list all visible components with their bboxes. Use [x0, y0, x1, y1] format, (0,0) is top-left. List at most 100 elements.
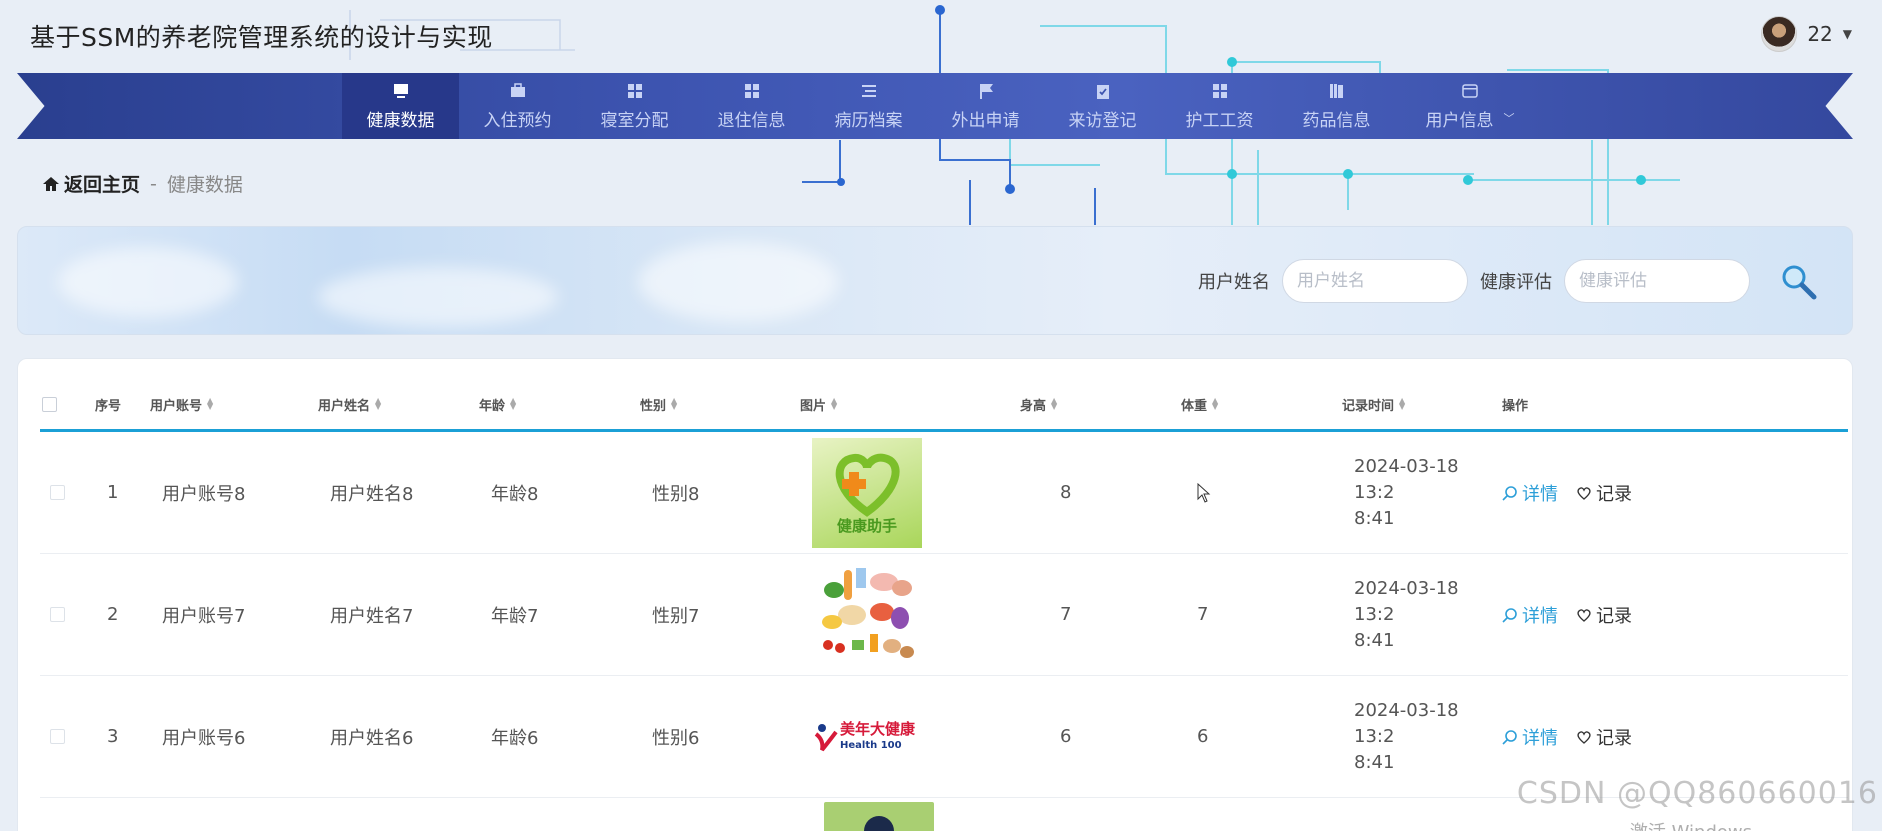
row-time-line1: 2024-03-18 13:2 — [1354, 455, 1459, 503]
food-illustration-image[interactable] — [812, 560, 922, 670]
name-input[interactable] — [1282, 259, 1468, 303]
header-index: 序号 — [95, 398, 122, 414]
detail-label: 详情 — [1522, 605, 1558, 627]
row-time-line2: 8:41 — [1354, 507, 1395, 529]
table-row: 2 用户账号7 用户姓名7 年龄7 性别7 7 7 2024-03-18 13:… — [40, 554, 1848, 676]
detail-button[interactable]: 详情 — [1502, 480, 1558, 506]
nav-item-caregiver-salary[interactable]: 护工工资 — [1161, 73, 1278, 139]
header-sex-label: 性别 — [640, 398, 667, 414]
header-sex[interactable]: 性别 ▲ ▼ — [640, 395, 800, 414]
select-all-checkbox[interactable] — [42, 396, 57, 412]
row-age: 年龄8 — [491, 483, 539, 505]
row-account: 用户账号8 — [162, 483, 246, 505]
row-index: 2 — [107, 604, 119, 625]
search-form: 用户姓名 健康评估 — [1198, 259, 1818, 303]
name-label: 用户姓名 — [1198, 272, 1270, 293]
zoom-icon — [1502, 607, 1517, 623]
books-icon — [1329, 83, 1343, 98]
eval-label: 健康评估 — [1480, 272, 1552, 293]
row-checkbox[interactable] — [50, 607, 65, 622]
nav-item-checkout-info[interactable]: 退住信息 — [693, 73, 810, 139]
grid-icon — [627, 83, 642, 98]
nav-item-room-assign[interactable]: 寝室分配 — [576, 73, 693, 139]
zoom-icon — [1502, 485, 1517, 501]
nav-item-checkin-booking[interactable]: 入住预约 — [459, 73, 576, 139]
briefcase-icon — [510, 82, 525, 97]
svg-text:Health 100: Health 100 — [840, 740, 902, 751]
record-button[interactable]: 记录 — [1576, 480, 1632, 506]
user-name[interactable]: 22 — [1807, 22, 1832, 46]
row-image-partial[interactable] — [824, 802, 934, 831]
caret-down-icon[interactable]: ▼ — [1843, 27, 1852, 41]
list-icon — [861, 84, 876, 97]
header-account-label: 用户账号 — [150, 398, 203, 414]
row-checkbox[interactable] — [50, 729, 65, 744]
row-time-line2: 8:41 — [1354, 751, 1395, 773]
header-name-label: 用户姓名 — [318, 398, 371, 414]
cloud-decoration — [58, 247, 238, 317]
sort-icon: ▲ ▼ — [1051, 396, 1058, 411]
header-height-label: 身高 — [1020, 398, 1047, 414]
row-height: 8 — [1060, 482, 1072, 503]
breadcrumb-home-label: 返回主页 — [64, 174, 141, 196]
row-checkbox[interactable] — [50, 485, 65, 500]
avatar[interactable] — [1761, 16, 1798, 52]
row-account: 用户账号6 — [162, 727, 246, 749]
row-height: 6 — [1060, 726, 1072, 747]
row-weight — [1181, 482, 1342, 503]
record-button[interactable]: 记录 — [1576, 724, 1632, 750]
health-helper-logo-image[interactable]: 健康助手 — [812, 437, 922, 548]
header-age[interactable]: 年龄 ▲ ▼ — [479, 395, 640, 414]
nav-item-label: 药品信息 — [1302, 110, 1371, 131]
search-panel: 用户姓名 健康评估 — [17, 226, 1853, 335]
data-table-card: 序号 用户账号 ▲ ▼ 用户姓名 ▲ ▼ 年龄 ▲ ▼ 性别 ▲ ▼ 图片 ▲ ▼ 身高 ▲ ▼ 体重 ▲… — [17, 358, 1853, 831]
row-sex: 性别7 — [652, 605, 700, 627]
heart-icon — [1577, 608, 1591, 622]
row-sex: 性别8 — [652, 483, 700, 505]
header-account[interactable]: 用户账号 ▲ ▼ — [150, 395, 318, 414]
header-time-label: 记录时间 — [1342, 398, 1395, 414]
header-image[interactable]: 图片 ▲ ▼ — [800, 395, 1020, 414]
row-time: 2024-03-18 13:2 8:41 — [1342, 698, 1502, 776]
record-label: 记录 — [1596, 483, 1632, 505]
nav-item-label: 护工工资 — [1185, 110, 1254, 131]
card-icon — [1462, 83, 1478, 98]
detail-button[interactable]: 详情 — [1502, 602, 1558, 628]
svg-text:健康助手: 健康助手 — [837, 517, 897, 535]
header-name[interactable]: 用户姓名 ▲ ▼ — [318, 395, 479, 414]
nav-item-outing-request[interactable]: 外出申请 — [927, 73, 1044, 139]
row-time-line2: 8:41 — [1354, 629, 1395, 651]
health100-logo-image[interactable]: 美年大健康 Health 100 — [812, 682, 922, 792]
eval-input[interactable] — [1564, 259, 1750, 303]
nav-item-medical-records[interactable]: 病历档案 — [810, 73, 927, 139]
table-row: 1 用户账号8 用户姓名8 年龄8 性别8 健康助手 8 2024-03-18 … — [40, 432, 1848, 554]
row-name: 用户姓名6 — [330, 727, 414, 749]
header-weight[interactable]: 体重 ▲ ▼ — [1181, 395, 1342, 414]
user-menu[interactable]: 22 ▼ — [1761, 16, 1852, 52]
nav-item-user-info[interactable]: 用户信息 ﹀ — [1395, 73, 1545, 139]
record-button[interactable]: 记录 — [1576, 602, 1632, 628]
grid-icon — [744, 83, 759, 98]
home-icon — [43, 176, 59, 191]
record-label: 记录 — [1596, 727, 1632, 749]
header-image-label: 图片 — [800, 398, 827, 414]
header-time[interactable]: 记录时间 ▲ ▼ — [1342, 395, 1502, 414]
nav-item-label: 健康数据 — [366, 110, 435, 131]
detail-button[interactable]: 详情 — [1502, 724, 1558, 750]
nav-item-label: 寝室分配 — [600, 110, 669, 131]
nav-item-label: 外出申请 — [951, 110, 1020, 131]
header-height[interactable]: 身高 ▲ ▼ — [1020, 395, 1181, 414]
row-time: 2024-03-18 13:2 8:41 — [1342, 576, 1502, 654]
nav-item-visitor-log[interactable]: 来访登记 — [1044, 73, 1161, 139]
sort-icon: ▲ ▼ — [375, 396, 382, 411]
search-icon[interactable] — [1778, 261, 1818, 301]
windows-activation-overlay: 激活 Windows — [1630, 818, 1752, 831]
table-header: 序号 用户账号 ▲ ▼ 用户姓名 ▲ ▼ 年龄 ▲ ▼ 性别 ▲ ▼ 图片 ▲ ▼ 身高 ▲ ▼ 体重 ▲… — [40, 379, 1848, 432]
breadcrumb: 返回主页 - 健康数据 — [42, 170, 243, 197]
breadcrumb-separator: - — [150, 172, 157, 195]
sort-icon: ▲ ▼ — [831, 396, 838, 411]
health-helper-logo: 健康助手 — [835, 453, 900, 535]
nav-item-drug-info[interactable]: 药品信息 — [1278, 73, 1395, 139]
nav-item-health-data[interactable]: 健康数据 — [342, 73, 459, 139]
breadcrumb-home-link[interactable]: 返回主页 — [42, 170, 140, 197]
